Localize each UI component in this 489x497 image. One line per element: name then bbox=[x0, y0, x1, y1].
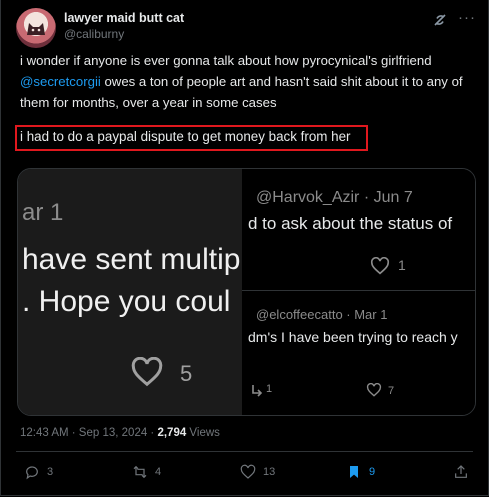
repost-icon bbox=[133, 465, 147, 479]
like-button[interactable]: 13 bbox=[240, 463, 275, 481]
reply1-header: @Harvok_Azir · Jun 7 bbox=[256, 189, 413, 206]
views-count: 2,794 bbox=[157, 427, 187, 439]
bookmark-count: 9 bbox=[369, 466, 376, 478]
media-attachment[interactable]: ar 1 have sent multip . Hope you coul 5 … bbox=[17, 168, 476, 416]
left-screenshot-line1: have sent multip bbox=[22, 243, 241, 276]
screenshot-right[interactable]: @Harvok_Azir · Jun 7 d to ask about the … bbox=[242, 169, 475, 415]
left-screenshot-likes: 5 bbox=[180, 361, 193, 386]
more-options-icon[interactable]: ··· bbox=[458, 9, 476, 26]
retweet-icon bbox=[252, 385, 263, 397]
divider bbox=[242, 290, 475, 291]
reply-button[interactable]: 3 bbox=[24, 463, 53, 481]
post-text: i wonder if anyone is ever gonna talk ab… bbox=[20, 50, 480, 113]
reply2-reposts: 1 bbox=[266, 383, 273, 395]
post-meta: 12:43 AM · Sep 13, 2024 · 2,794 Views bbox=[20, 427, 220, 439]
avatar[interactable] bbox=[16, 8, 56, 48]
reply1-likes: 1 bbox=[398, 257, 406, 273]
repost-button[interactable]: 4 bbox=[132, 463, 161, 481]
reply-count: 3 bbox=[47, 466, 54, 478]
left-screenshot-date: ar 1 bbox=[22, 199, 64, 226]
grok-icon[interactable] bbox=[432, 12, 448, 28]
views-label: Views bbox=[186, 427, 220, 439]
reply2-likes: 7 bbox=[388, 385, 395, 397]
bookmark-icon bbox=[350, 466, 358, 478]
like-count: 13 bbox=[263, 466, 276, 478]
heart-icon bbox=[366, 383, 382, 397]
author-handle[interactable]: @caliburny bbox=[64, 27, 124, 41]
left-screenshot-line2: . Hope you coul bbox=[22, 285, 231, 318]
bookmark-button[interactable]: 9 bbox=[346, 463, 375, 481]
author-name[interactable]: lawyer maid butt cat bbox=[64, 11, 184, 25]
cat-avatar-icon bbox=[27, 23, 45, 35]
share-button[interactable] bbox=[453, 463, 469, 481]
screenshot-left[interactable]: ar 1 have sent multip . Hope you coul 5 bbox=[18, 169, 242, 415]
reply-icon bbox=[26, 466, 38, 480]
post-timestamp[interactable]: 12:43 AM · Sep 13, 2024 · bbox=[20, 427, 157, 439]
divider bbox=[16, 451, 473, 452]
share-icon bbox=[455, 465, 467, 478]
highlighted-text: i had to do a paypal dispute to get mone… bbox=[20, 129, 351, 144]
post-text-part1: i wonder if anyone is ever gonna talk ab… bbox=[20, 53, 432, 68]
reply1-text: d to ask about the status of bbox=[248, 214, 453, 233]
heart-icon bbox=[240, 464, 256, 479]
reply2-header: @elcoffeecatto · Mar 1 bbox=[256, 307, 388, 322]
heart-icon bbox=[370, 257, 390, 275]
repost-count: 4 bbox=[155, 466, 162, 478]
heart-icon bbox=[131, 357, 163, 387]
reply2-text: dm's I have been trying to reach y bbox=[248, 329, 458, 345]
mention-link[interactable]: @secretcorgii bbox=[20, 74, 101, 89]
